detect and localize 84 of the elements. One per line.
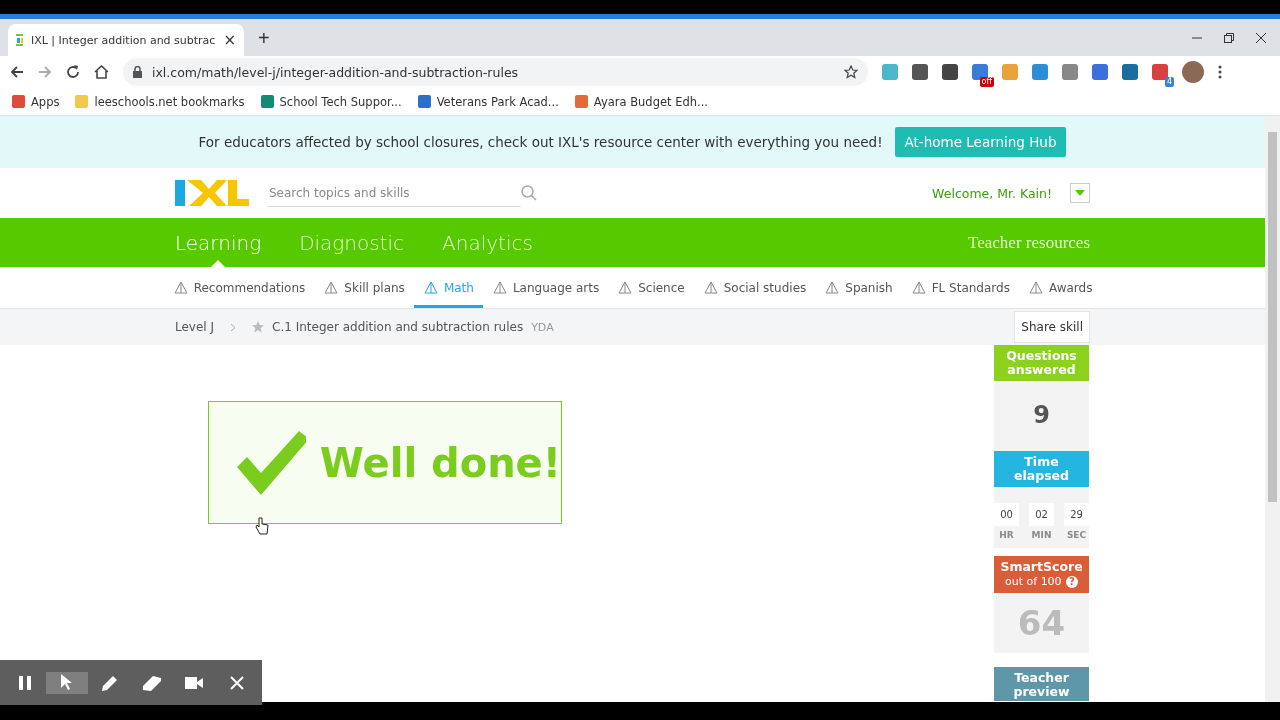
subject-tab[interactable]: Language arts <box>482 267 609 308</box>
smartscore-value: 64 <box>994 593 1089 653</box>
extension-icon[interactable] <box>1062 64 1078 80</box>
forward-icon[interactable] <box>38 65 52 79</box>
tab-close-button[interactable]: × <box>223 31 236 49</box>
welcome-text: Welcome, Mr. Kain! <box>932 185 1052 201</box>
skill-title: C.1 Integer addition and subtraction rules <box>272 320 524 334</box>
subject-icon <box>491 280 508 295</box>
search-icon[interactable] <box>521 185 537 201</box>
subject-tab[interactable]: Spanish <box>815 267 902 308</box>
extension-icon[interactable] <box>942 64 958 80</box>
help-button[interactable]: ? <box>1066 575 1078 588</box>
bookmark-link[interactable]: Ayara Budget Edh... <box>593 94 708 109</box>
subject-tab[interactable]: Awards <box>1018 267 1102 308</box>
time-value: 02 <box>1029 503 1054 526</box>
url-text: ixl.com/math/level-j/integer-addition-and-subtraction-rules <box>152 64 520 80</box>
banner-text: For educators affected by school closures, check out IXL's resource center with everything you need! <box>198 134 883 150</box>
extension-icon[interactable] <box>1152 64 1168 80</box>
subject-icon <box>1027 280 1044 295</box>
subject-icon <box>323 280 340 295</box>
recorder-tool[interactable] <box>46 671 89 694</box>
subject-tab[interactable]: Social studies <box>693 267 816 308</box>
checkmark-icon <box>237 430 306 495</box>
pause-icon <box>19 675 32 690</box>
pointer-icon <box>61 674 74 691</box>
bookmark-link[interactable]: School Tech Suppor... <box>279 94 402 109</box>
extension-badge: off <box>979 77 994 87</box>
subject-icon <box>422 280 439 295</box>
account-dropdown[interactable] <box>1070 183 1090 203</box>
time-unit: SEC <box>1066 530 1087 540</box>
subject-icon <box>702 280 719 295</box>
time-value: 00 <box>994 503 1019 526</box>
questions-count: 9 <box>994 381 1089 451</box>
subject-icon <box>172 280 189 295</box>
time-label: Time elapsed <box>994 451 1089 487</box>
smartscore-title: SmartScore <box>1000 559 1083 574</box>
feedback-message: Well done! <box>319 439 561 486</box>
home-icon[interactable] <box>94 65 109 79</box>
time-unit: HR <box>999 530 1014 540</box>
camera-icon <box>185 676 204 689</box>
extension-icon[interactable] <box>912 64 928 80</box>
time-unit: MIN <box>1031 530 1052 540</box>
new-tab-button[interactable]: + <box>258 27 270 50</box>
subject-tab[interactable]: Science <box>608 267 694 308</box>
reload-icon[interactable] <box>66 65 80 79</box>
extension-icon[interactable] <box>1122 64 1138 80</box>
hand-cursor-icon <box>255 517 269 535</box>
subject-icon <box>910 280 927 295</box>
smartscore-subtitle: out of 100 <box>1005 575 1062 588</box>
bookmark-link[interactable]: leeschools.net bookmarks <box>94 94 245 109</box>
star-icon[interactable] <box>844 65 858 79</box>
skill-code: YDA <box>531 320 554 334</box>
restore-icon[interactable] <box>1224 32 1234 43</box>
ixl-favicon-icon <box>16 34 23 46</box>
close-icon <box>229 675 244 690</box>
scrollbar[interactable] <box>1265 116 1280 702</box>
eraser-icon <box>143 674 162 691</box>
extension-icon[interactable] <box>1092 64 1108 80</box>
menu-icon[interactable] <box>1218 65 1222 79</box>
pen-icon <box>101 674 118 691</box>
tab-title: IXL | Integer addition and subtrac <box>30 33 216 47</box>
subject-icon <box>617 280 634 295</box>
close-icon[interactable] <box>1256 32 1266 43</box>
bookmark-link[interactable]: Apps <box>31 94 60 109</box>
bookmark-link[interactable]: Veterans Park Acad... <box>436 94 559 109</box>
subject-tab[interactable]: Skill plans <box>314 267 414 308</box>
subject-tab[interactable]: FL Standards <box>901 267 1019 308</box>
extension-icon[interactable] <box>1032 64 1048 80</box>
chevron-icon <box>230 322 237 332</box>
caret-icon <box>1075 190 1085 196</box>
time-value: 29 <box>1064 503 1089 526</box>
questions-label: Questions answered <box>994 345 1089 381</box>
level-link[interactable]: Level J <box>175 320 215 334</box>
ixl-logo[interactable] <box>175 180 249 206</box>
extension-badge: 4 <box>1164 77 1174 87</box>
browser-tab[interactable]: IXL | Integer addition and subtrac × <box>8 24 244 56</box>
address-bar[interactable]: ixl.com/math/level-j/integer-addition-and-subtraction-rules <box>123 58 868 86</box>
profile-avatar[interactable] <box>1182 61 1204 83</box>
subject-icon <box>824 280 841 295</box>
subject-tab[interactable]: Recommendations <box>163 267 315 308</box>
share-skill-button[interactable]: Share skill <box>1014 311 1090 343</box>
back-icon[interactable] <box>10 65 24 79</box>
star-icon[interactable] <box>252 321 265 333</box>
lock-icon <box>133 66 142 78</box>
